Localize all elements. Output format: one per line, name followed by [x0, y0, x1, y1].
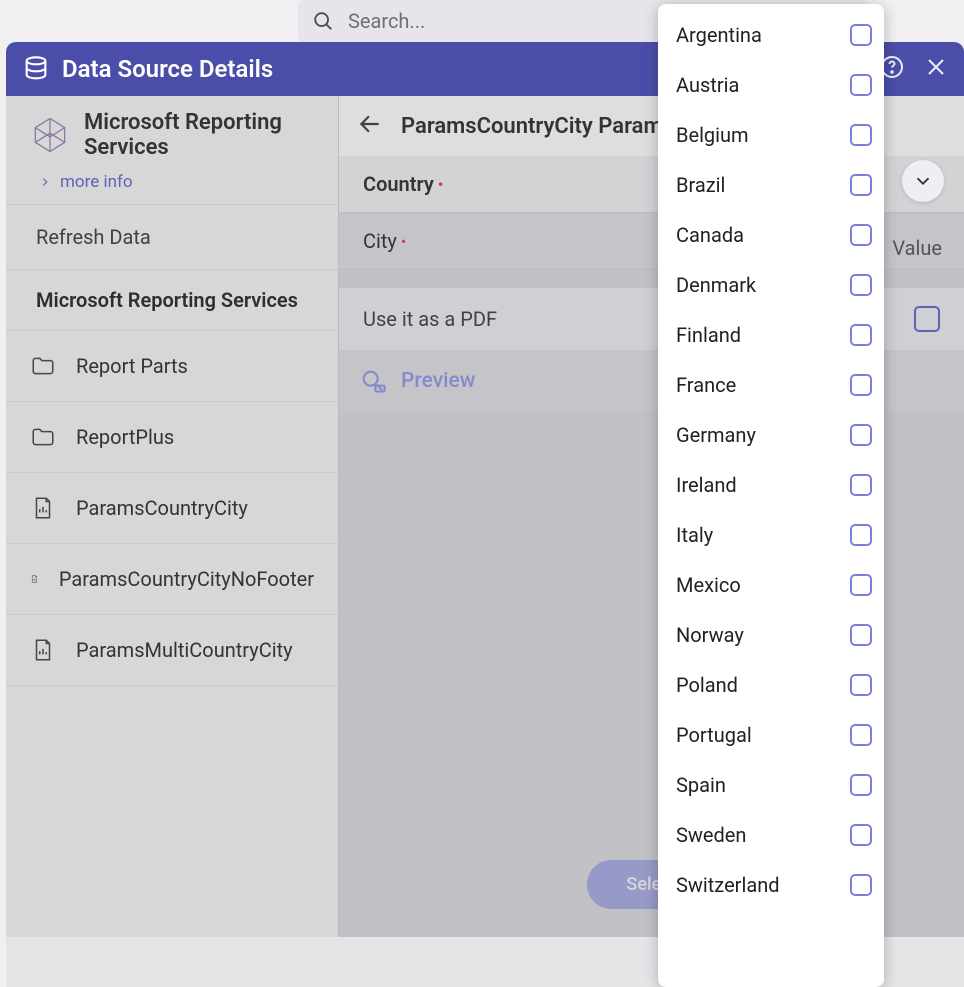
back-button[interactable] — [357, 111, 383, 142]
checkbox-icon — [850, 624, 872, 646]
report-icon — [30, 495, 56, 521]
checkbox-icon — [850, 474, 872, 496]
folder-icon — [30, 353, 56, 379]
country-option-label: Canada — [676, 223, 744, 247]
more-info-link[interactable]: more info — [6, 164, 338, 204]
tree-item-label: ParamsCountryCityNoFooter — [59, 567, 314, 591]
search-icon — [312, 10, 334, 32]
country-option[interactable]: Norway — [676, 610, 880, 660]
checkbox-icon — [850, 824, 872, 846]
checkbox-icon — [850, 74, 872, 96]
country-option-label: France — [676, 373, 736, 397]
country-option[interactable]: Brazil — [676, 160, 880, 210]
section-label: Microsoft Reporting Services — [6, 270, 338, 331]
country-option[interactable]: Austria — [676, 60, 880, 110]
ssrs-logo-icon — [28, 113, 72, 157]
country-option[interactable]: Portugal — [676, 710, 880, 760]
country-option[interactable]: Italy — [676, 510, 880, 560]
checkbox-icon — [850, 274, 872, 296]
column-header-value: Value — [892, 236, 942, 260]
checkbox-icon — [850, 224, 872, 246]
checkbox-icon — [850, 424, 872, 446]
tree-item-paramscountrycity[interactable]: ParamsCountryCity — [6, 473, 338, 544]
country-option-label: Portugal — [676, 723, 752, 747]
country-option-label: Finland — [676, 323, 741, 347]
more-info-label: more info — [60, 172, 133, 192]
datasource-name: Microsoft Reporting Services — [84, 110, 320, 160]
report-icon — [30, 637, 56, 663]
country-option-label: Norway — [676, 623, 744, 647]
checkbox-icon — [850, 774, 872, 796]
country-option[interactable]: Poland — [676, 660, 880, 710]
checkbox-icon — [850, 174, 872, 196]
checkbox-icon — [850, 524, 872, 546]
country-option-label: Sweden — [676, 823, 746, 847]
tree-item-label: ParamsMultiCountryCity — [76, 638, 293, 662]
country-option-label: Mexico — [676, 573, 741, 597]
tree-item-reportplus[interactable]: ReportPlus — [6, 402, 338, 473]
country-option[interactable]: Mexico — [676, 560, 880, 610]
country-option[interactable]: Switzerland — [676, 860, 880, 910]
country-option-label: Italy — [676, 523, 713, 547]
report-icon — [30, 566, 39, 592]
required-indicator: • — [438, 175, 444, 194]
country-option-label: Denmark — [676, 273, 756, 297]
checkbox-icon — [850, 374, 872, 396]
folder-icon — [30, 424, 56, 450]
checkbox-icon — [914, 306, 940, 332]
country-option-label: Austria — [676, 73, 739, 97]
country-option[interactable]: Ireland — [676, 460, 880, 510]
tree-item-report-parts[interactable]: Report Parts — [6, 331, 338, 402]
checkbox-icon — [850, 874, 872, 896]
tree-item-label: ParamsCountryCity — [76, 496, 248, 520]
chevron-down-icon — [912, 170, 934, 192]
country-option-label: Germany — [676, 423, 756, 447]
tree-item-label: ReportPlus — [76, 425, 174, 449]
country-option[interactable]: Belgium — [676, 110, 880, 160]
datasource-header: Microsoft Reporting Services — [6, 96, 338, 164]
database-icon — [22, 55, 50, 83]
pdf-label: Use it as a PDF — [363, 307, 497, 331]
checkbox-icon — [850, 24, 872, 46]
tree-item-label: Report Parts — [76, 354, 188, 378]
tree-item-paramsmulticountrycity[interactable]: ParamsMultiCountryCity — [6, 615, 338, 686]
left-panel: Microsoft Reporting Services more info R… — [6, 96, 338, 937]
param-label: Country — [363, 172, 434, 196]
country-option-label: Brazil — [676, 173, 725, 197]
close-button[interactable] — [924, 55, 948, 84]
country-option[interactable]: Spain — [676, 760, 880, 810]
country-option-label: Argentina — [676, 23, 762, 47]
country-option-label: Belgium — [676, 123, 749, 147]
param-label: City — [363, 229, 397, 253]
country-option[interactable]: Finland — [676, 310, 880, 360]
checkbox-icon — [850, 724, 872, 746]
country-dropdown: Argentina Austria Belgium Brazil Canada Denma… — [658, 4, 884, 987]
country-option[interactable]: Germany — [676, 410, 880, 460]
country-option[interactable]: France — [676, 360, 880, 410]
checkbox-icon — [850, 324, 872, 346]
country-option[interactable]: Sweden — [676, 810, 880, 860]
refresh-data-button[interactable]: Refresh Data — [6, 204, 338, 270]
country-option-label: Spain — [676, 773, 726, 797]
country-option[interactable]: Canada — [676, 210, 880, 260]
tree-item-paramscountrycitynofooter[interactable]: ParamsCountryCityNoFooter — [6, 544, 338, 615]
required-indicator: • — [401, 232, 406, 251]
preview-icon — [359, 367, 387, 395]
checkbox-icon — [850, 124, 872, 146]
country-option-label: Poland — [676, 673, 738, 697]
country-option-label: Switzerland — [676, 873, 780, 897]
country-option-label: Ireland — [676, 473, 737, 497]
search-placeholder: Search... — [348, 9, 425, 33]
country-option-list[interactable]: Argentina Austria Belgium Brazil Canada Denma… — [658, 4, 884, 987]
checkbox-icon — [850, 674, 872, 696]
expand-toggle[interactable] — [902, 160, 944, 202]
preview-label: Preview — [401, 369, 475, 393]
country-option[interactable]: Argentina — [676, 10, 880, 60]
checkbox-icon — [850, 574, 872, 596]
country-option[interactable]: Denmark — [676, 260, 880, 310]
